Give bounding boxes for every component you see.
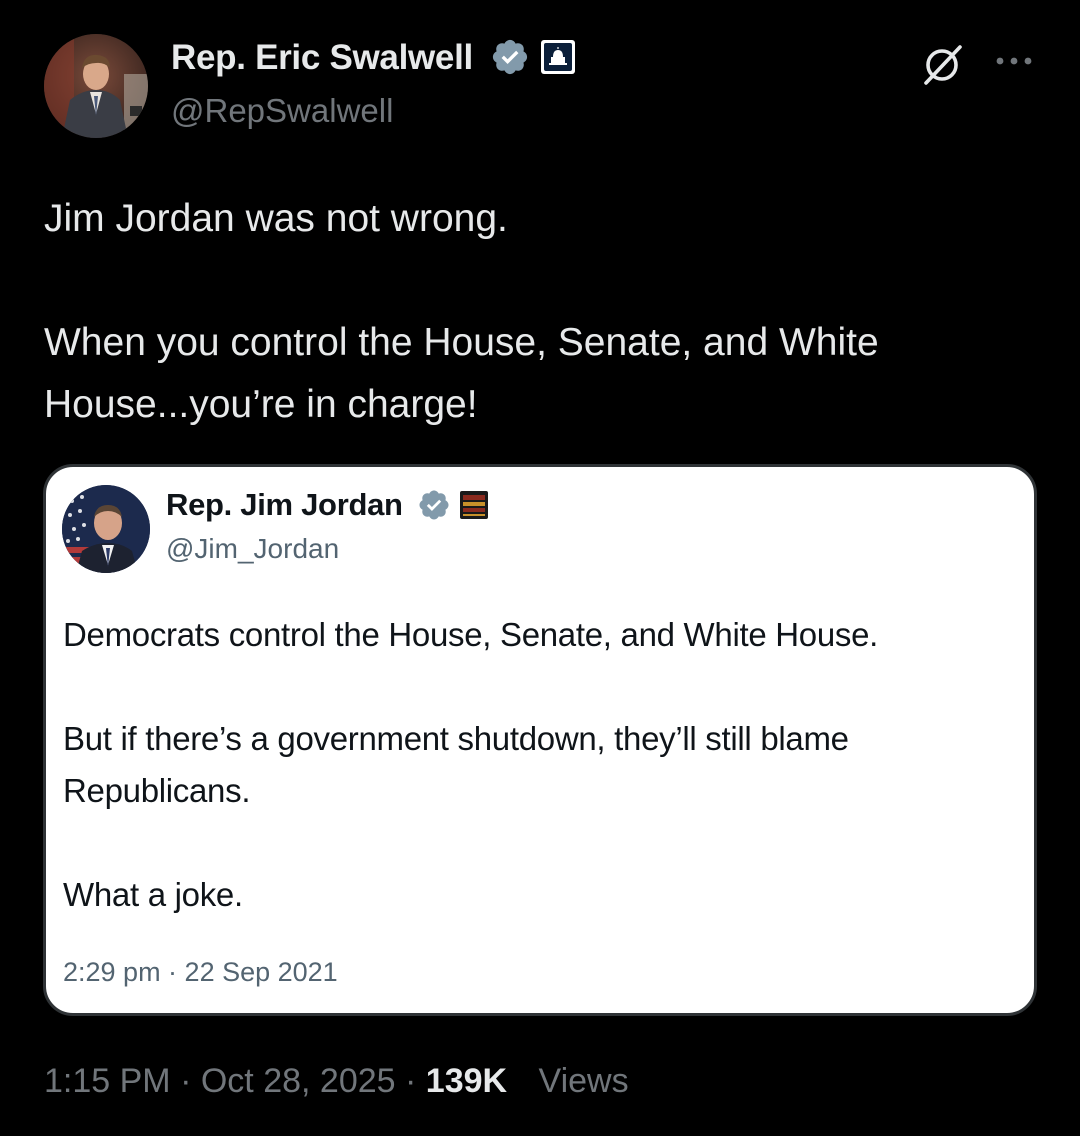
capitol-building-icon <box>541 39 576 74</box>
author-name-row[interactable]: Rep. Eric Swalwell <box>171 38 576 80</box>
tweet-meta: 1:15 PM · Oct 28, 2025 · 139K Views <box>44 1062 629 1100</box>
quoted-author-avatar[interactable] <box>62 485 150 573</box>
tweet-detail: Rep. Eric Swalwell @RepSwalwell Jim Jord… <box>0 0 1080 1136</box>
author-avatar[interactable] <box>44 34 148 138</box>
tweet-date[interactable]: Oct 28, 2025 <box>201 1062 396 1100</box>
tweet-text: Jim Jordan was not wrong. When you contr… <box>44 188 1044 436</box>
quoted-author-name-row[interactable]: Rep. Jim Jordan <box>166 487 489 524</box>
more-options-icon[interactable] <box>994 48 1034 74</box>
quoted-author-name[interactable]: Rep. Jim Jordan <box>166 487 403 522</box>
quoted-tweet-timestamp: 2:29 pm · 22 Sep 2021 <box>63 957 338 987</box>
verified-badge-icon <box>493 39 528 74</box>
quoted-author-handle[interactable]: @Jim_Jordan <box>166 533 339 565</box>
tweet-time[interactable]: 1:15 PM <box>44 1062 171 1100</box>
quoted-tweet-paragraph: What a joke. <box>63 876 243 913</box>
quoted-tweet-text: Democrats control the House, Senate, and… <box>63 609 1023 921</box>
quoted-tweet-paragraph: But if there’s a government shutdown, th… <box>63 720 849 809</box>
views-label: Views <box>538 1062 629 1100</box>
tweet-paragraph: When you control the House, Senate, and … <box>44 321 879 426</box>
author-name[interactable]: Rep. Eric Swalwell <box>171 38 473 77</box>
grok-icon[interactable] <box>918 44 966 86</box>
house-badge-icon <box>460 490 489 519</box>
verified-badge-icon <box>419 490 449 520</box>
quoted-tweet-paragraph: Democrats control the House, Senate, and… <box>63 616 879 653</box>
quoted-tweet-card[interactable]: Rep. Jim Jordan @Jim_Jordan Democrats co… <box>43 464 1037 1016</box>
author-handle[interactable]: @RepSwalwell <box>171 92 393 130</box>
tweet-paragraph: Jim Jordan was not wrong. <box>44 197 508 240</box>
views-count[interactable]: 139K <box>426 1062 507 1100</box>
